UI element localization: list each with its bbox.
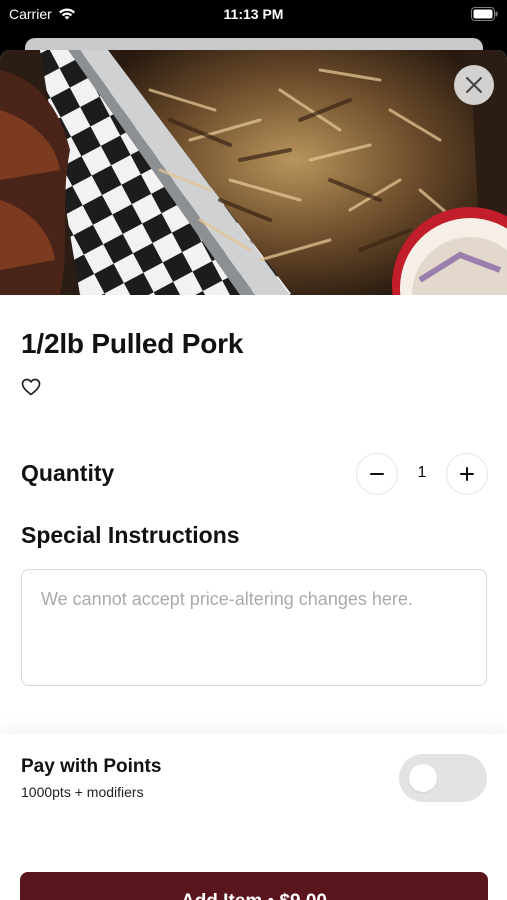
status-time: 11:13 PM (223, 6, 284, 22)
battery-icon (471, 7, 498, 21)
app-screen: Carrier 11:13 PM 1/2lb Pulled Pork Quant… (0, 0, 507, 900)
add-item-label: Add Item • $9.00 (181, 891, 327, 900)
bottom-panel: Pay with Points 1000pts + modifiers Add … (0, 734, 507, 900)
status-bar: Carrier 11:13 PM (0, 0, 507, 30)
special-instructions-label: Special Instructions (21, 522, 240, 548)
add-item-button[interactable]: Add Item • $9.00 (20, 872, 488, 900)
quantity-label: Quantity (21, 460, 115, 486)
pay-with-points-subtitle: 1000pts + modifiers (21, 784, 144, 800)
quantity-stepper: 1 (356, 453, 488, 495)
pay-with-points-toggle[interactable] (399, 754, 487, 802)
pay-with-points-title: Pay with Points (21, 756, 162, 777)
heart-outline-icon[interactable] (20, 376, 42, 398)
plus-icon (460, 467, 474, 481)
pulled-pork-photo (0, 50, 507, 295)
item-title: 1/2lb Pulled Pork (21, 328, 244, 359)
increment-button[interactable] (446, 453, 488, 495)
toggle-knob (409, 764, 437, 792)
decrement-button[interactable] (356, 453, 398, 495)
close-icon (466, 77, 482, 93)
close-button[interactable] (454, 65, 494, 105)
special-instructions-input[interactable] (21, 569, 487, 686)
item-detail-sheet: 1/2lb Pulled Pork Quantity 1 Special Ins… (0, 50, 507, 900)
quantity-value: 1 (417, 464, 427, 481)
minus-icon (370, 473, 384, 475)
